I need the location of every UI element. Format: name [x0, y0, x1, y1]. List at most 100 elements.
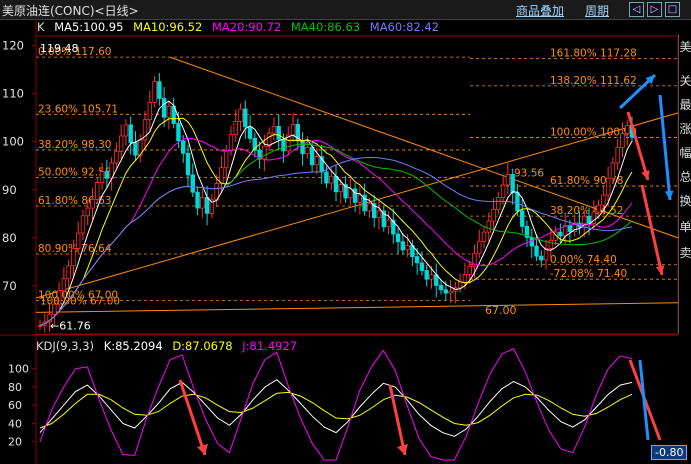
candle-body	[114, 150, 119, 164]
kdj-legend: KDJ(9,3,3) K:85.2094 D:87.0678 J:81.4927	[36, 339, 303, 353]
candle-body	[601, 194, 606, 206]
candle-body	[90, 199, 95, 209]
side-char: 关	[679, 74, 691, 88]
candle-body	[338, 184, 343, 193]
fib-right-label: 161.80% 117.28	[550, 48, 637, 60]
side-char: 涨	[679, 122, 691, 136]
fib-right-label: -72.08% 71.40	[550, 268, 627, 280]
candle-body	[157, 81, 162, 99]
kdj-red-arrow-head	[397, 444, 408, 455]
chart-svg: 708090100110120 0.00% 117.6023.60% 105.71…	[0, 19, 679, 464]
candle-body	[204, 197, 210, 214]
candle-body	[223, 150, 229, 169]
candle-body	[333, 175, 339, 193]
fib-right-label: 138.20% 111.62	[550, 75, 637, 87]
y-tick-label: 120	[2, 39, 24, 53]
candle-body	[243, 108, 248, 128]
kdj-y-tick-label: 40	[8, 417, 22, 430]
candle-body	[85, 207, 90, 217]
candle-body	[271, 125, 277, 134]
candle-body	[610, 162, 616, 179]
kdj-title: KDJ(9,3,3)	[36, 339, 95, 353]
candle-body	[190, 174, 195, 193]
candle-body	[176, 123, 181, 142]
candle-body	[625, 125, 630, 134]
side-char: 幅	[679, 146, 691, 160]
candle-body	[481, 231, 487, 242]
candle-body	[605, 177, 611, 196]
ma60-label: MA60:82.42	[369, 20, 439, 34]
candle-body	[66, 265, 71, 280]
candle-body	[567, 224, 573, 233]
fib-left-label: 23.60% 105.71	[38, 103, 118, 115]
candle-body	[400, 241, 406, 251]
candle-body	[367, 203, 372, 212]
candle-body	[505, 174, 511, 186]
side-char: 换	[679, 194, 691, 208]
candle-body	[161, 98, 167, 118]
kdj-y-tick-label: 60	[8, 399, 22, 412]
candle-body	[80, 215, 86, 234]
candle-body	[238, 108, 243, 122]
candle-body	[104, 171, 110, 179]
side-char: 美	[679, 40, 691, 54]
extra-fib-label: 93.56	[514, 168, 544, 180]
candle-body	[37, 324, 43, 327]
candle-body	[152, 81, 157, 103]
candle-body	[219, 167, 224, 184]
candle-body	[405, 245, 410, 251]
side-char: 卖	[679, 246, 691, 260]
value-readout: -0.80	[651, 445, 688, 460]
candle-body	[596, 204, 601, 213]
candle-body	[123, 124, 129, 137]
candle-body	[314, 156, 320, 166]
candle-body	[281, 138, 286, 152]
candle-body	[166, 105, 172, 118]
candle-body	[539, 255, 544, 261]
candle-body	[529, 236, 534, 247]
y-tick-label: 70	[2, 279, 17, 293]
candle-body	[75, 232, 81, 249]
ma5-label: MA5:100.95	[54, 20, 124, 34]
left-low-label: 100.00% 67.00	[40, 295, 120, 307]
candle-body	[424, 270, 429, 280]
candle-body	[457, 281, 463, 289]
side-char: 单	[679, 220, 691, 234]
kdj-j-label: J:81.4927	[242, 339, 298, 353]
ma40-label: MA40:86.63	[290, 20, 361, 34]
candle-body	[247, 126, 253, 139]
candle-body	[99, 171, 105, 183]
chart-canvas: 70 80 90 100 110 120 0.00% 117.60 23.60% 105.71…	[0, 0, 691, 464]
candle-body	[118, 135, 124, 152]
candle-body	[615, 147, 620, 164]
candle-body	[586, 215, 592, 224]
candle-body	[133, 142, 138, 156]
kdj-d-line	[39, 391, 633, 429]
candle-body	[262, 145, 267, 160]
candle-body	[443, 289, 449, 294]
candle-body	[348, 188, 353, 199]
kdj-y-tick-label: 20	[8, 436, 22, 449]
candle-body	[195, 191, 200, 209]
candle-body	[185, 152, 191, 176]
high-value-label: 119.48	[40, 42, 79, 55]
candle-body	[290, 124, 296, 136]
candle-body	[500, 184, 506, 198]
kdj-y-tick-label: 80	[8, 381, 22, 394]
y-tick-label: 110	[2, 87, 24, 101]
candle-body	[95, 182, 100, 200]
candle-body	[558, 231, 563, 237]
candle-body	[548, 239, 554, 249]
candle-body	[462, 273, 468, 283]
y-tick-label: 90	[2, 183, 17, 197]
candle-body	[386, 219, 391, 228]
candle-body	[147, 101, 153, 121]
candle-body	[515, 192, 520, 212]
candle-body	[71, 248, 76, 267]
low2-label: 67.00	[485, 304, 517, 317]
candle-body	[534, 245, 539, 257]
candle-body	[228, 134, 234, 152]
k-label: K	[37, 20, 45, 34]
candle-body	[448, 290, 453, 294]
side-info-panel: 美 关 最 涨 幅 总 换 单 卖	[678, 34, 691, 334]
